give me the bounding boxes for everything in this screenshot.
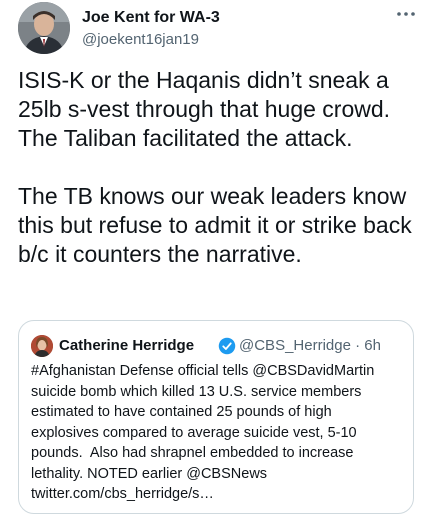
avatar-photo xyxy=(18,2,70,54)
tweet: Joe Kent for WA-3 @joekent16jan19 ISIS-K… xyxy=(0,0,434,520)
author-handle[interactable]: @joekent16jan19 xyxy=(82,30,199,50)
verified-badge-icon xyxy=(218,337,236,355)
quoted-tweet-meta: @CBS_Herridge · 6h xyxy=(239,336,381,356)
meta-separator: · xyxy=(355,337,361,354)
quoted-author-name[interactable]: Catherine Herridge xyxy=(59,336,194,356)
more-options-icon[interactable] xyxy=(396,8,416,22)
quoted-avatar-photo xyxy=(31,335,53,357)
author-name[interactable]: Joe Kent for WA-3 xyxy=(82,8,220,28)
quoted-tweet-text: #Afghanistan Defense official tells @CBS… xyxy=(31,363,379,502)
quoted-tweet[interactable]: Catherine Herridge @CBS_Herridge · 6h #A… xyxy=(18,320,414,514)
quoted-tweet-time[interactable]: 6h xyxy=(364,337,381,354)
more-horizontal-icon xyxy=(397,12,415,16)
quoted-author-handle[interactable]: @CBS_Herridge xyxy=(239,337,351,354)
author-avatar[interactable] xyxy=(18,2,70,54)
quoted-author-avatar[interactable] xyxy=(31,335,53,357)
tweet-text: ISIS-K or the Haqanis didn’t sneak a 25l… xyxy=(18,67,412,267)
